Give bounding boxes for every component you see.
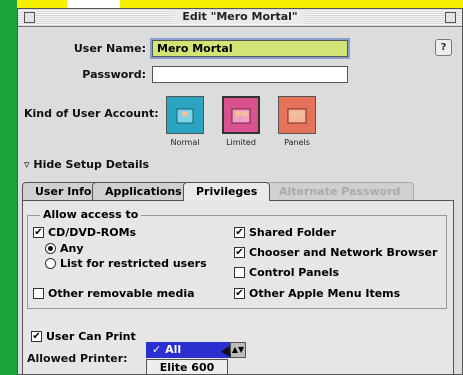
help-button[interactable]: ? [435,39,452,56]
account-limited[interactable]: Limited [222,96,260,147]
shared-folder-checkbox[interactable]: ✔ Shared Folder [234,226,336,239]
close-box[interactable] [24,12,35,23]
chooser-network-checkbox[interactable]: ✔ Chooser and Network Browser [234,246,437,259]
checkbox-icon: ✔ [234,247,245,258]
tab-alternate-password: Alternate Password [266,182,414,200]
user-name-label: User Name: [73,42,146,55]
kind-label: Kind of User Account: [24,107,159,120]
setup-toggle-label: Hide Setup Details [33,158,150,171]
account-normal-label: Normal [170,138,200,147]
allowed-printer-label: Allowed Printer: [27,352,128,365]
group-title: Allow access to [40,208,142,221]
radio-icon [45,258,56,269]
setup-toggle[interactable]: ▿ Hide Setup Details [24,158,149,171]
other-apple-menu-checkbox[interactable]: ✔ Other Apple Menu Items [234,287,400,300]
restricted-list-radio[interactable]: List for restricted users [45,257,207,270]
user-limited-icon [222,96,260,134]
user-can-print-checkbox[interactable]: ✔ User Can Print [31,330,136,343]
checkbox-icon: ✔ [33,227,44,238]
other-removable-checkbox[interactable]: Other removable media [33,287,195,300]
user-icon [166,96,204,134]
any-radio[interactable]: Any [45,242,84,255]
tab-bar: User Info Applications Privileges Altern… [22,182,442,201]
user-name-input[interactable]: Mero Mortal [152,40,348,57]
tab-applications[interactable]: Applications [92,182,195,200]
title-bar[interactable]: Edit "Mero Mortal" [18,9,462,27]
edit-user-window: Edit "Mero Mortal" ? User Name: Mero Mor… [17,8,463,375]
account-normal[interactable]: Normal [166,96,204,147]
green-strip [0,0,17,375]
account-panels[interactable]: Panels [278,96,316,147]
account-panels-label: Panels [284,138,310,147]
printer-popup-selected[interactable]: ✓ All Printers [146,342,230,372]
checkbox-icon [234,267,245,278]
tab-privileges[interactable]: Privileges [183,182,271,201]
disclosure-triangle-icon: ▿ [24,158,30,171]
checkbox-icon: ✔ [234,288,245,299]
control-panels-checkbox[interactable]: Control Panels [234,266,339,279]
printer-option-elite-600[interactable]: Elite 600 [146,359,228,374]
checkbox-icon [33,288,44,299]
allow-access-group: Allow access to ✔ CD/DVD-ROMs Any List f… [27,208,447,309]
checkbox-icon: ✔ [234,227,245,238]
radio-icon [45,243,56,254]
password-label: Password: [82,68,146,81]
checkmark-icon: ✓ [152,343,162,356]
cd-dvd-checkbox[interactable]: ✔ CD/DVD-ROMs [33,226,136,239]
window-title: Edit "Mero Mortal" [174,10,306,24]
password-input[interactable] [152,66,348,83]
checkbox-icon: ✔ [31,331,42,342]
user-panels-icon [278,96,316,134]
zoom-box[interactable] [445,12,456,23]
account-limited-label: Limited [226,138,256,147]
